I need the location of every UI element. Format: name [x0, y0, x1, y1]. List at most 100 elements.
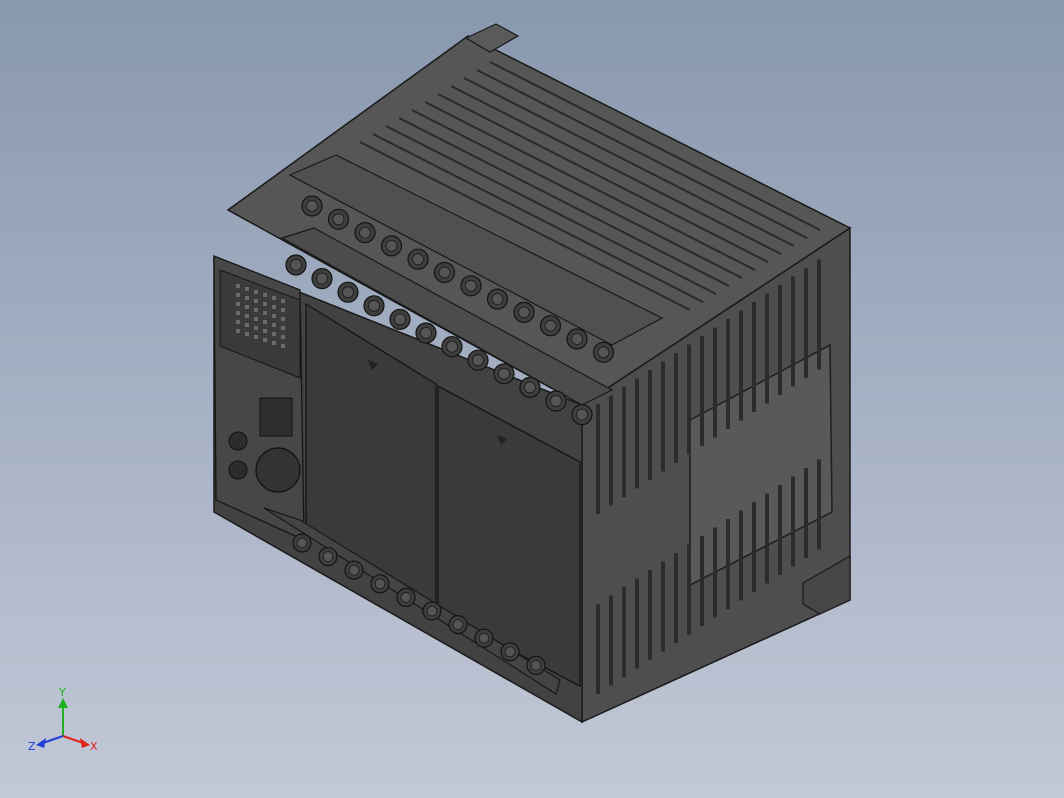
terminal-screw-head	[306, 200, 318, 212]
led	[272, 296, 276, 300]
terminal-screw-head	[446, 340, 458, 353]
vent-slot	[648, 570, 652, 660]
vent-slot	[700, 536, 704, 626]
led	[236, 293, 240, 297]
led	[254, 335, 258, 339]
vent-slot	[765, 493, 769, 584]
led	[236, 320, 240, 324]
terminal-screw-head	[385, 239, 398, 252]
vent-slot	[804, 268, 808, 378]
led	[254, 308, 258, 312]
led	[245, 305, 249, 309]
terminal-screw-head	[296, 537, 308, 549]
led	[281, 344, 285, 348]
vent-slot	[791, 476, 795, 567]
vent-slot	[700, 336, 704, 446]
x-axis-label: X	[90, 740, 98, 753]
vent-slot	[752, 302, 756, 412]
terminal-screw-head	[465, 279, 477, 292]
vent-slot	[713, 527, 717, 618]
y-axis-cone	[58, 698, 68, 708]
vent-slot	[622, 587, 626, 677]
mount-hole-upper	[228, 431, 248, 451]
vent-slot	[739, 310, 743, 421]
terminal-screw-head	[359, 226, 371, 239]
led	[245, 314, 249, 318]
terminal-screw-head	[368, 299, 380, 312]
vent-slot	[765, 293, 769, 404]
vent-slot	[739, 510, 743, 601]
led	[236, 302, 240, 306]
terminal-screw-head	[524, 381, 536, 394]
led	[263, 338, 267, 342]
terminal-screw-head	[472, 354, 484, 367]
vent-slot	[791, 276, 795, 387]
led	[263, 293, 267, 297]
led	[281, 317, 285, 321]
led	[272, 314, 276, 318]
vent-slot	[622, 387, 626, 497]
vent-slot	[687, 544, 691, 635]
z-axis-label: Z	[28, 740, 36, 753]
terminal-screw-head	[342, 286, 354, 299]
axis-triad: Y X Z	[28, 686, 98, 753]
cad-viewport[interactable]: Y X Z	[0, 0, 1064, 798]
vent-slot	[713, 327, 717, 438]
terminal-screw-head	[420, 327, 432, 339]
terminal-screw-head	[374, 578, 386, 590]
terminal-screw-head	[478, 632, 490, 644]
led	[263, 320, 267, 324]
led	[254, 326, 258, 330]
vent-slot	[674, 353, 678, 463]
led	[272, 305, 276, 309]
x-axis-cone	[80, 738, 90, 748]
terminal-screw-head	[491, 293, 504, 306]
z-axis-cone	[36, 738, 46, 748]
led	[272, 323, 276, 327]
led	[245, 323, 249, 327]
led	[281, 326, 285, 330]
led	[281, 299, 285, 303]
terminal-screw-head	[394, 313, 406, 326]
led	[236, 329, 240, 333]
led	[245, 296, 249, 300]
vent-slot	[726, 319, 730, 429]
led	[281, 335, 285, 339]
terminal-screw-head	[597, 346, 610, 359]
vent-slot	[661, 361, 665, 472]
vent-slot	[596, 404, 600, 514]
terminal-screw-head	[452, 619, 464, 630]
terminal-screw-head	[426, 605, 438, 617]
vent-slot	[687, 344, 691, 455]
led	[263, 311, 267, 315]
led	[272, 341, 276, 345]
vent-slot	[661, 561, 665, 652]
vent-slot	[609, 595, 613, 686]
vent-slot	[817, 259, 821, 370]
vent-slot	[635, 378, 639, 489]
terminal-screw-head	[498, 367, 510, 380]
plc-3d-model[interactable]	[0, 0, 1064, 798]
vent-slot	[726, 519, 730, 609]
terminal-screw-head	[571, 333, 583, 345]
terminal-screw-head	[438, 266, 451, 279]
terminal-screw-head	[550, 395, 562, 407]
vent-slot	[752, 502, 756, 592]
terminal-screw-head	[544, 319, 557, 332]
vent-slot	[674, 553, 678, 643]
led	[254, 299, 258, 303]
terminal-screw-head	[332, 213, 345, 226]
terminal-screw-head	[530, 660, 542, 671]
led	[236, 311, 240, 315]
round-connector	[255, 447, 301, 493]
terminal-screw-head	[348, 564, 360, 576]
vent-slot	[648, 370, 652, 480]
led	[236, 284, 240, 288]
terminal-screw-head	[290, 259, 302, 271]
vent-slot	[778, 485, 782, 575]
vent-slot	[804, 468, 808, 558]
terminal-screw-head	[322, 551, 334, 562]
led	[245, 287, 249, 291]
terminal-screw-head	[400, 592, 412, 603]
terminal-screw-head	[576, 408, 588, 421]
